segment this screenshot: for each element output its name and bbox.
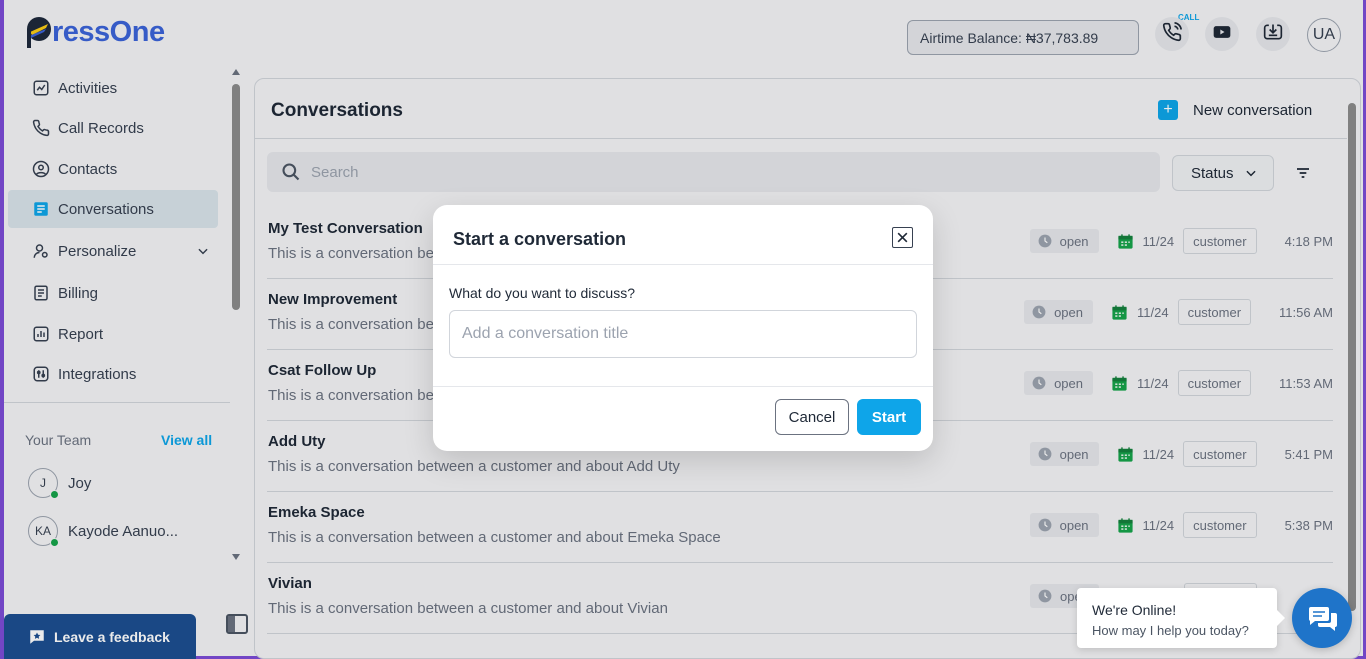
modal-title: Start a conversation (453, 229, 627, 249)
discussion-label: What do you want to discuss? (449, 285, 635, 301)
chat-greeting-bubble[interactable]: We're Online! How may I help you today? (1077, 588, 1285, 648)
chat-icon (1305, 603, 1339, 633)
start-conversation-modal: Start a conversation What do you want to… (433, 205, 933, 451)
chat-online-text: We're Online! (1092, 602, 1177, 618)
modal-divider (433, 386, 933, 387)
cancel-button[interactable]: Cancel (775, 399, 849, 435)
close-button[interactable] (892, 227, 913, 248)
start-button[interactable]: Start (857, 399, 921, 435)
modal-divider (433, 264, 933, 265)
chat-help-text: How may I help you today? (1092, 623, 1249, 638)
close-icon (896, 231, 909, 244)
chat-launcher-button[interactable] (1292, 588, 1352, 648)
conversation-title-input[interactable] (449, 310, 917, 358)
